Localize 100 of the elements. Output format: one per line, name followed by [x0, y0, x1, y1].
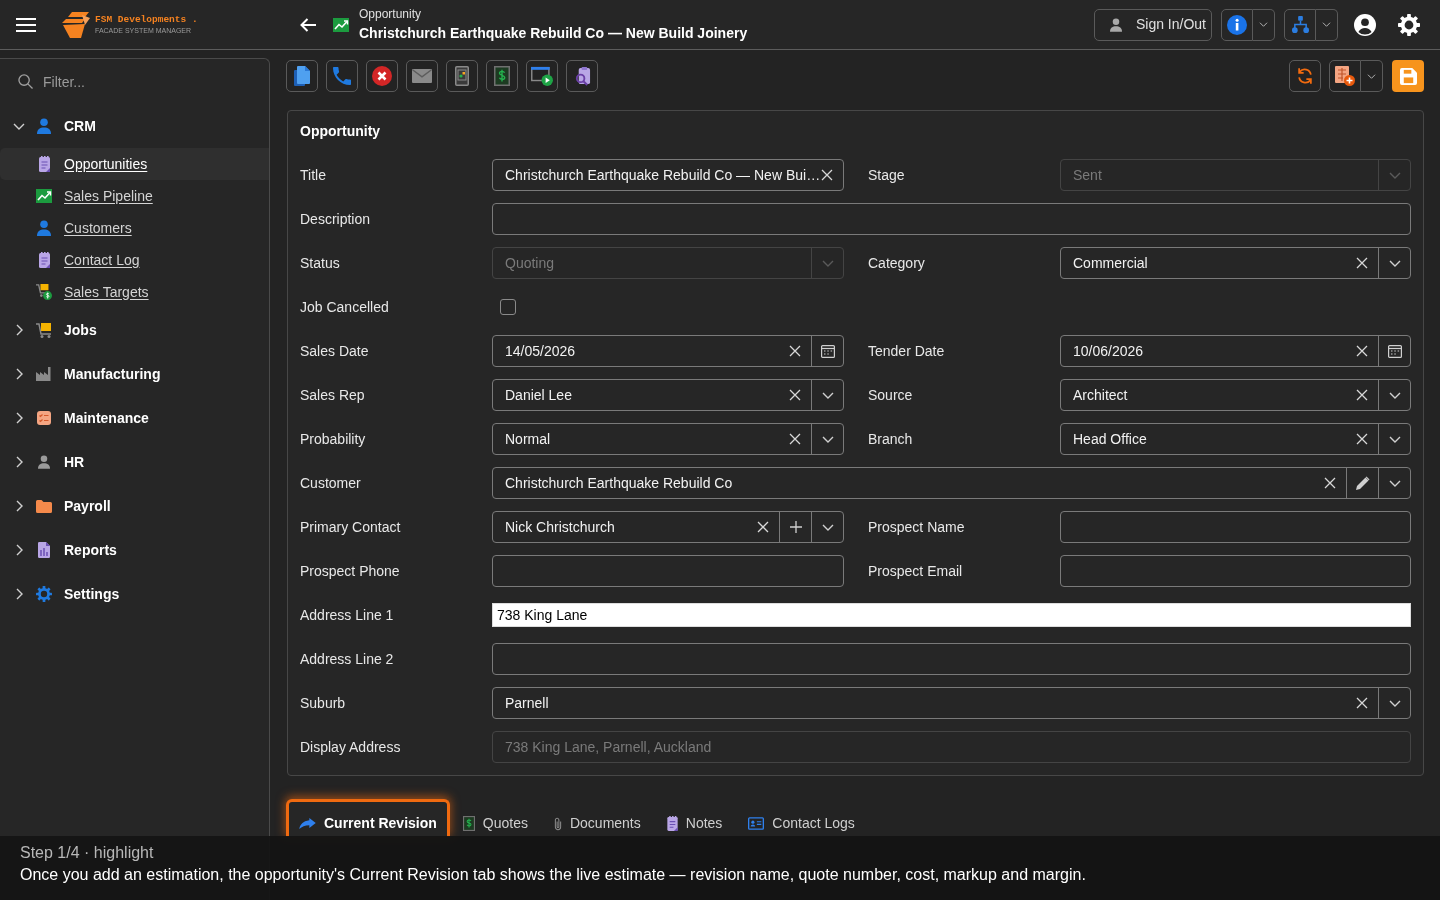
date-field[interactable]: 14/05/2026 — [492, 335, 844, 367]
nav-group-label[interactable]: Jobs — [64, 319, 97, 341]
envelope-icon — [412, 69, 432, 83]
note-icon — [666, 816, 678, 831]
text-field[interactable]: Christchurch Earthquake Rebuild Co — New Bui… — [492, 159, 844, 191]
clear-icon[interactable] — [1356, 257, 1368, 269]
org-chart-icon — [1291, 16, 1309, 33]
person-icon — [37, 220, 51, 236]
tab[interactable]: Contact Logs — [735, 799, 868, 837]
text-field[interactable] — [492, 203, 1411, 235]
tab[interactable]: Current Revision — [286, 799, 450, 837]
clear-icon[interactable] — [1356, 389, 1368, 401]
clear-icon[interactable] — [789, 345, 801, 357]
close-circle-icon — [372, 66, 392, 86]
text-field[interactable] — [492, 643, 1411, 675]
info-button[interactable] — [1221, 8, 1253, 41]
clear-icon[interactable] — [789, 433, 801, 445]
toolbar-button[interactable] — [286, 60, 318, 92]
back-arrow-icon[interactable] — [299, 16, 317, 33]
nav-group-label[interactable]: CRM — [64, 115, 96, 137]
nav-group-label[interactable]: Settings — [64, 583, 120, 605]
nav-group-label[interactable]: Manufacturing — [64, 363, 161, 385]
nav-link[interactable]: Contact Log — [0, 244, 269, 276]
chevron-right-icon[interactable] — [15, 500, 23, 512]
save-new-button[interactable] — [1329, 60, 1361, 92]
chart-icon — [36, 189, 52, 203]
text-field[interactable] — [1060, 555, 1411, 587]
toolbar-button[interactable] — [366, 60, 398, 92]
note-icon — [38, 252, 50, 268]
chevron-right-icon[interactable] — [15, 412, 23, 424]
nav-link[interactable]: Sales Targets — [0, 276, 269, 308]
sign-in-out-button[interactable]: Sign In/Out — [1093, 8, 1212, 41]
menu-icon[interactable] — [16, 17, 36, 32]
dropdown-field[interactable]: Nick Christchurch — [492, 511, 844, 543]
field-label: Description — [300, 209, 371, 229]
report-icon — [38, 542, 50, 558]
filter-field[interactable]: Filter... — [43, 69, 243, 94]
dropdown-field[interactable]: Normal — [492, 423, 844, 455]
nav-group-label[interactable]: Payroll — [64, 495, 111, 517]
chevron-down-icon — [821, 523, 834, 531]
field-label: Address Line 1 — [300, 605, 394, 625]
dropdown-field[interactable]: Commercial — [1060, 247, 1411, 279]
field-label: Suburb — [300, 693, 346, 713]
clear-icon[interactable] — [789, 389, 801, 401]
text-field[interactable] — [492, 555, 844, 587]
field-label: Probability — [300, 429, 366, 449]
nav-group-label[interactable]: Reports — [64, 539, 117, 561]
clear-icon[interactable] — [757, 521, 769, 533]
nav-link[interactable]: Opportunities — [0, 148, 269, 180]
account-icon[interactable] — [1354, 13, 1376, 36]
field-label: Customer — [300, 473, 361, 493]
clear-icon[interactable] — [1356, 697, 1368, 709]
date-field[interactable]: 10/06/2026 — [1060, 335, 1411, 367]
phone-icon — [333, 67, 351, 85]
nav-group-label[interactable]: Maintenance — [64, 407, 149, 429]
calendar-icon — [1387, 344, 1402, 358]
dollar-document-icon — [462, 816, 475, 831]
tab[interactable]: Documents — [540, 799, 654, 837]
settings-icon[interactable] — [1398, 13, 1420, 36]
nav-link[interactable]: Customers — [0, 212, 269, 244]
refresh-button[interactable] — [1289, 60, 1321, 92]
text-field[interactable]: 738 King Lane — [492, 603, 1411, 627]
info-icon — [1227, 14, 1247, 35]
dropdown-field[interactable]: Parnell — [492, 687, 1411, 719]
refresh-icon — [1296, 67, 1314, 85]
share-arrow-icon — [299, 818, 316, 829]
nav-link[interactable]: Sales Pipeline — [0, 180, 269, 212]
field-label: Prospect Email — [868, 561, 963, 581]
page-title: Christchurch Earthquake Rebuild Co — New Build Joinery — [359, 24, 748, 42]
checkbox[interactable] — [500, 299, 516, 315]
toolbar-button[interactable] — [566, 60, 598, 92]
chevron-right-icon[interactable] — [15, 544, 23, 556]
text-field[interactable] — [1060, 511, 1411, 543]
breadcrumb: Opportunity — [359, 7, 423, 22]
dropdown-field[interactable]: Daniel Lee — [492, 379, 844, 411]
chevron-right-icon[interactable] — [15, 588, 23, 600]
pages-icon — [294, 66, 310, 86]
clear-icon[interactable] — [1356, 345, 1368, 357]
field-label: Prospect Phone — [300, 561, 400, 581]
field-label: Sales Rep — [300, 385, 365, 405]
field-label: Category — [868, 253, 925, 273]
chevron-down-icon[interactable] — [13, 122, 25, 130]
nav-group-label[interactable]: HR — [64, 451, 85, 473]
clear-icon[interactable] — [821, 169, 833, 181]
chevron-right-icon[interactable] — [15, 456, 23, 468]
chevron-right-icon[interactable] — [15, 368, 23, 380]
logo-name: FSM Developments . — [95, 15, 198, 25]
dropdown-field[interactable]: Christchurch Earthquake Rebuild Co — [492, 467, 1411, 499]
chevron-right-icon[interactable] — [15, 324, 23, 336]
window-play-icon — [531, 66, 553, 86]
folder-icon — [36, 499, 52, 513]
clear-icon[interactable] — [1356, 433, 1368, 445]
contact-card-icon — [748, 817, 765, 830]
save-button[interactable] — [1392, 60, 1424, 92]
dropdown-field[interactable]: Architect — [1060, 379, 1411, 411]
clear-icon[interactable] — [1324, 477, 1336, 489]
dropdown-field[interactable]: Head Office — [1060, 423, 1411, 455]
person-icon — [1109, 17, 1122, 32]
chevron-down-icon — [821, 435, 834, 443]
hierarchy-button[interactable] — [1284, 8, 1316, 41]
